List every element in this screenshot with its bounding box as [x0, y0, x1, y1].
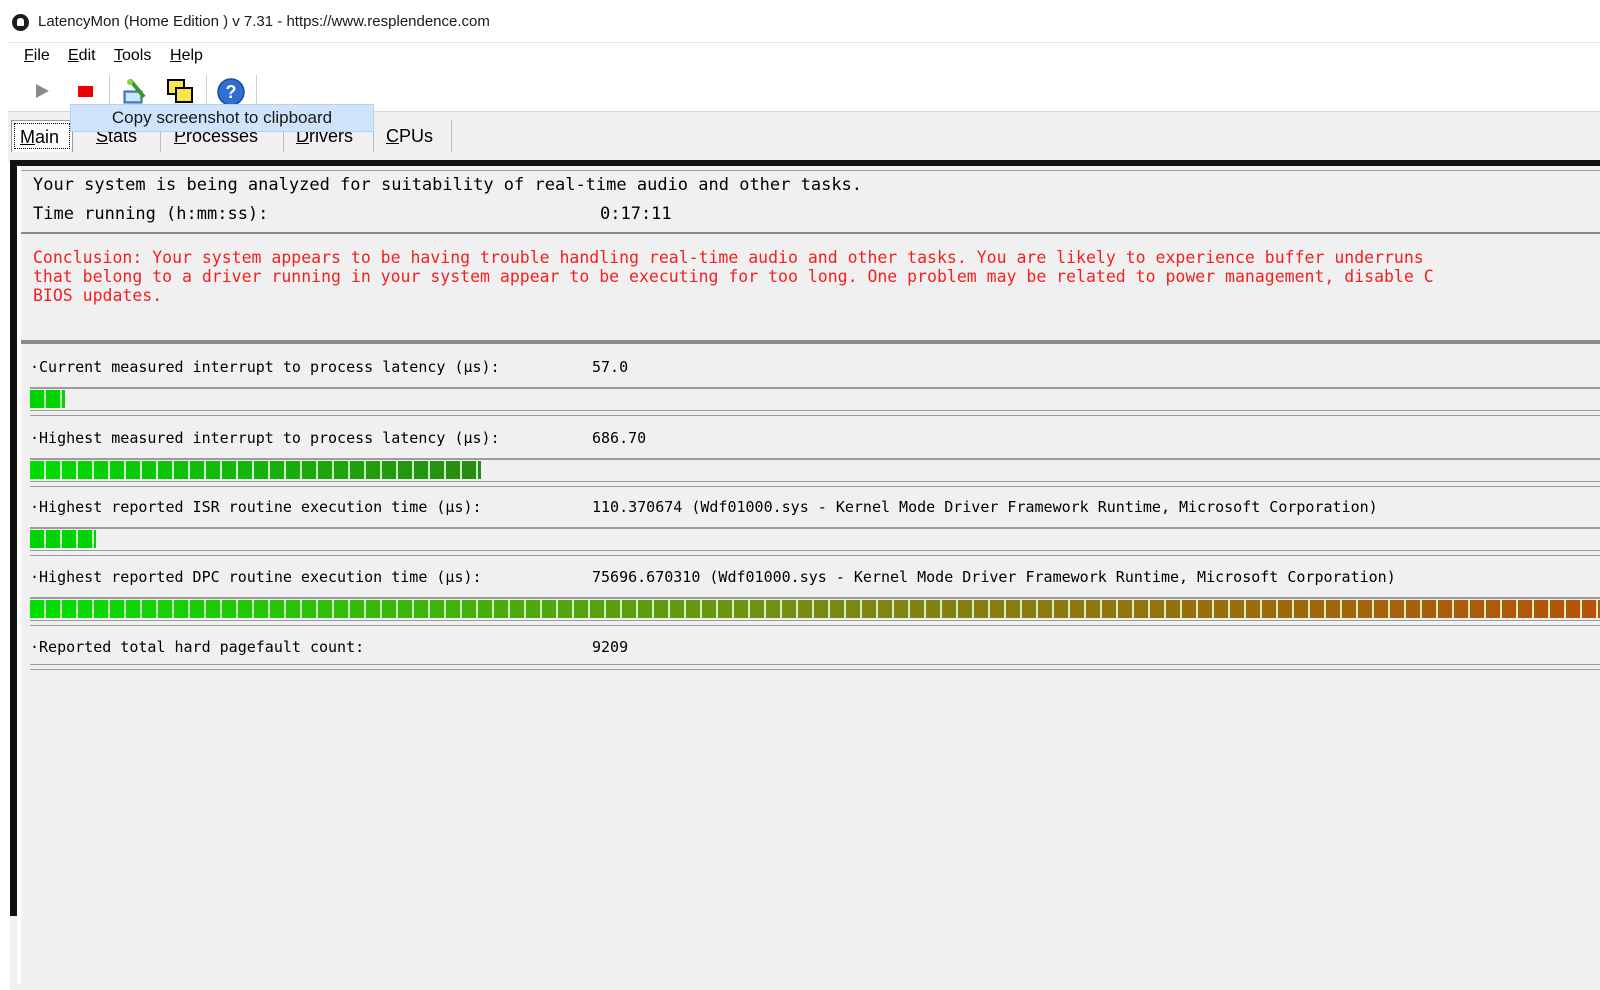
latency-bar [30, 458, 1600, 480]
start-monitor-button[interactable] [30, 77, 58, 105]
help-button[interactable]: ? [216, 77, 245, 106]
toolbar-separator [109, 75, 110, 107]
tab-cpus[interactable]: CPUs [378, 120, 452, 152]
status-message: Your system is being analyzed for suitab… [33, 175, 863, 195]
latency-bar [30, 387, 1600, 409]
title-bar: LatencyMon (Home Edition ) v 7.31 - http… [0, 0, 1600, 44]
conclusion-panel: Conclusion: Your system appears to be ha… [21, 232, 1600, 344]
help-icon: ? [217, 78, 245, 106]
copy-screenshot-button[interactable] [166, 77, 194, 105]
metric-label: ·Highest reported DPC routine execution … [30, 568, 482, 586]
conclusion-text: BIOS updates. [33, 286, 163, 305]
bar-base [30, 481, 1600, 487]
metric-value: 57.0 [592, 358, 629, 376]
bar-base [30, 550, 1600, 556]
bar-base [30, 664, 1600, 670]
bar-base [30, 620, 1600, 626]
tooltip: Copy screenshot to clipboard [70, 104, 374, 132]
menu-edit[interactable]: Edit [68, 47, 96, 65]
metric-label: ·Current measured interrupt to process l… [30, 358, 500, 376]
latencymon-icon [12, 14, 29, 31]
frame-border [10, 166, 17, 916]
tab-main[interactable]: Main [11, 120, 73, 152]
stop-icon [78, 86, 93, 97]
latency-bar [30, 597, 1600, 619]
status-panel: Your system is being analyzed for suitab… [21, 170, 1600, 229]
metric-value: 75696.670310 (Wdf01000.sys - Kernel Mode… [592, 568, 1396, 586]
toolbar-separator [256, 75, 257, 107]
stop-monitor-button[interactable] [72, 77, 100, 105]
menu-bar: File Edit Tools Help [8, 42, 1600, 72]
bar-fill [30, 530, 96, 548]
bar-base [30, 410, 1600, 416]
window-title: LatencyMon (Home Edition ) v 7.31 - http… [38, 13, 490, 30]
latency-bar [30, 527, 1600, 549]
metric-value: 686.70 [592, 429, 647, 447]
toolbar-separator [206, 75, 207, 107]
time-running-value: 0:17:11 [600, 204, 672, 224]
metric-label: ·Highest measured interrupt to process l… [30, 429, 500, 447]
conclusion-text: that belong to a driver running in your … [33, 267, 1434, 286]
svg-text:?: ? [226, 82, 237, 102]
bar-fill [30, 600, 1600, 618]
metric-value: 110.370674 (Wdf01000.sys - Kernel Mode D… [592, 498, 1378, 516]
bar-fill [30, 390, 65, 408]
menu-help[interactable]: Help [170, 47, 203, 65]
metric-value: 9209 [592, 638, 629, 656]
play-icon [36, 84, 49, 98]
metric-label: ·Reported total hard pagefault count: [30, 638, 365, 656]
conclusion-text: Conclusion: Your system appears to be ha… [33, 248, 1424, 267]
copy-screenshot-icon [167, 79, 193, 103]
time-running-label: Time running (h:mm:ss): [33, 204, 269, 224]
metric-label: ·Highest reported ISR routine execution … [30, 498, 482, 516]
report-button[interactable] [120, 77, 148, 105]
menu-file[interactable]: File [24, 47, 50, 65]
report-icon [123, 78, 146, 104]
bar-fill [30, 461, 481, 479]
menu-tools[interactable]: Tools [114, 47, 151, 65]
